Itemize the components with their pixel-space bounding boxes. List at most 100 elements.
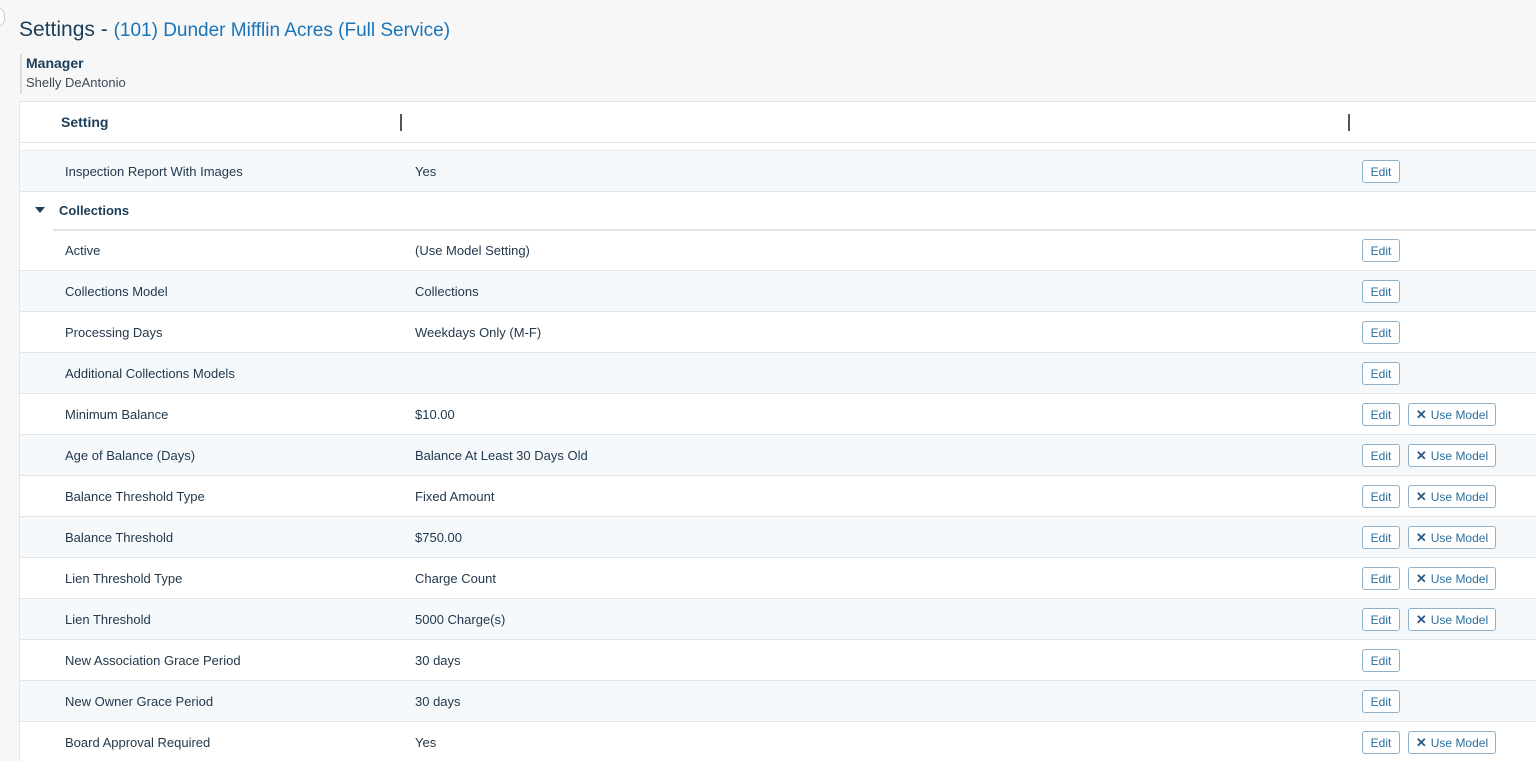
use-model-button[interactable]: ✕ Use Model [1408,608,1496,631]
setting-row: Lien Threshold 5000 Charge(s) Edit ✕ Use Mod… [20,599,1536,640]
setting-value: $10.00 [415,407,455,422]
setting-name: Lien Threshold [65,612,151,627]
setting-name: New Association Grace Period [65,653,241,668]
setting-row: Balance Threshold Type Fixed Amount Edit ✕ U… [20,476,1536,517]
column-resize-handle[interactable] [400,114,402,131]
setting-name: Collections Model [65,284,168,299]
setting-row: Lien Threshold Type Charge Count Edit ✕ Use … [20,558,1536,599]
close-icon: ✕ [1415,406,1427,422]
use-model-label: Use Model [1430,407,1489,422]
setting-row: Collections Model Collections Edit [20,271,1536,312]
association-name: (101) Dunder Mifflin Acres (Full Service… [113,20,451,41]
row-actions: Edit ✕ Use Model [1362,444,1496,467]
edit-button[interactable]: Edit [1362,608,1400,631]
group-row-collections[interactable]: Collections [20,192,1536,231]
manager-name: Shelly DeAntonio [26,75,126,90]
setting-row: Inspection Report With Images Yes Edit [20,151,1536,192]
column-header-setting[interactable]: Setting [61,114,108,130]
edit-button[interactable]: Edit [1362,567,1400,590]
use-model-button[interactable]: ✕ Use Model [1408,526,1496,549]
setting-row: Balance Threshold $750.00 Edit ✕ Use Model [20,517,1536,558]
row-actions: Edit ✕ Use Model [1362,731,1496,754]
setting-name: Processing Days [65,325,163,340]
close-icon: ✕ [1415,529,1427,545]
close-icon: ✕ [1415,734,1427,750]
setting-row: Active (Use Model Setting) Edit [20,230,1536,271]
row-actions: Edit [1362,649,1400,672]
setting-value: 5000 Charge(s) [415,612,506,627]
edit-button[interactable]: Edit [1362,690,1400,713]
sidebar-collapse-handle[interactable] [0,7,5,27]
use-model-label: Use Model [1430,612,1489,627]
row-actions: Edit ✕ Use Model [1362,608,1496,631]
caret-down-icon[interactable] [35,207,45,213]
edit-button[interactable]: Edit [1362,649,1400,672]
setting-value: (Use Model Setting) [415,243,530,258]
row-actions: Edit [1362,690,1400,713]
edit-button[interactable]: Edit [1362,731,1400,754]
row-actions: Edit ✕ Use Model [1362,567,1496,590]
setting-row: New Association Grace Period 30 days Edit [20,640,1536,681]
setting-value: Balance At Least 30 Days Old [415,448,588,463]
use-model-label: Use Model [1430,571,1489,586]
setting-name: Board Approval Required [65,735,211,750]
use-model-label: Use Model [1430,448,1489,463]
group-label: Collections [59,203,130,218]
use-model-label: Use Model [1430,489,1489,504]
setting-value: Fixed Amount [415,489,495,504]
edit-button[interactable]: Edit [1362,403,1400,426]
setting-name: Balance Threshold Type [65,489,205,504]
close-icon: ✕ [1415,488,1427,504]
page-title: Settings - (101) Dunder Mifflin Acres (F… [19,18,450,42]
setting-row: New Owner Grace Period 30 days Edit [20,681,1536,722]
row-actions: Edit ✕ Use Model [1362,485,1496,508]
row-actions: Edit ✕ Use Model [1362,526,1496,549]
row-actions: Edit [1362,239,1400,262]
setting-row: Board Approval Required Yes Edit ✕ Use Model [20,722,1536,761]
row-actions: Edit [1362,160,1400,183]
edit-button[interactable]: Edit [1362,526,1400,549]
setting-name: Inspection Report With Images [65,164,243,179]
column-resize-handle[interactable] [1348,114,1350,131]
collections-rows: Active (Use Model Setting) Edit Collections… [20,230,1536,761]
manager-block: Manager Shelly DeAntonio [20,54,126,94]
setting-value: Collections [415,284,479,299]
setting-name: Additional Collections Models [65,366,235,381]
edit-button[interactable]: Edit [1362,239,1400,262]
close-icon: ✕ [1415,570,1427,586]
edit-button[interactable]: Edit [1362,280,1400,303]
setting-name: Balance Threshold [65,530,174,545]
edit-button[interactable]: Edit [1362,485,1400,508]
setting-value: Yes [415,735,437,750]
row-actions: Edit ✕ Use Model [1362,403,1496,426]
row-actions: Edit [1362,321,1400,344]
edit-button[interactable]: Edit [1362,321,1400,344]
use-model-button[interactable]: ✕ Use Model [1408,403,1496,426]
grid-header: Setting [20,102,1536,143]
use-model-button[interactable]: ✕ Use Model [1408,731,1496,754]
edit-button[interactable]: Edit [1362,362,1400,385]
grid-spacer [20,143,1536,151]
use-model-button[interactable]: ✕ Use Model [1408,567,1496,590]
setting-value: 30 days [415,694,461,709]
edit-button[interactable]: Edit [1362,444,1400,467]
settings-grid: Setting Inspection Report With Images Ye… [19,101,1536,761]
setting-value: Yes [415,164,437,179]
setting-name: Minimum Balance [65,407,169,422]
edit-button[interactable]: Edit [1362,160,1400,183]
manager-label: Manager [26,55,84,71]
setting-name: Age of Balance (Days) [65,448,196,463]
setting-row: Age of Balance (Days) Balance At Least 30… [20,435,1536,476]
setting-value: Weekdays Only (M-F) [415,325,542,340]
use-model-label: Use Model [1430,530,1489,545]
use-model-button[interactable]: ✕ Use Model [1408,485,1496,508]
setting-name: Lien Threshold Type [65,571,183,586]
close-icon: ✕ [1415,447,1427,463]
close-icon: ✕ [1415,611,1427,627]
page-title-prefix: Settings - [19,18,108,41]
setting-name: Active [65,243,101,258]
use-model-button[interactable]: ✕ Use Model [1408,444,1496,467]
use-model-label: Use Model [1430,735,1489,750]
setting-row: Minimum Balance $10.00 Edit ✕ Use Model [20,394,1536,435]
setting-value: 30 days [415,653,461,668]
